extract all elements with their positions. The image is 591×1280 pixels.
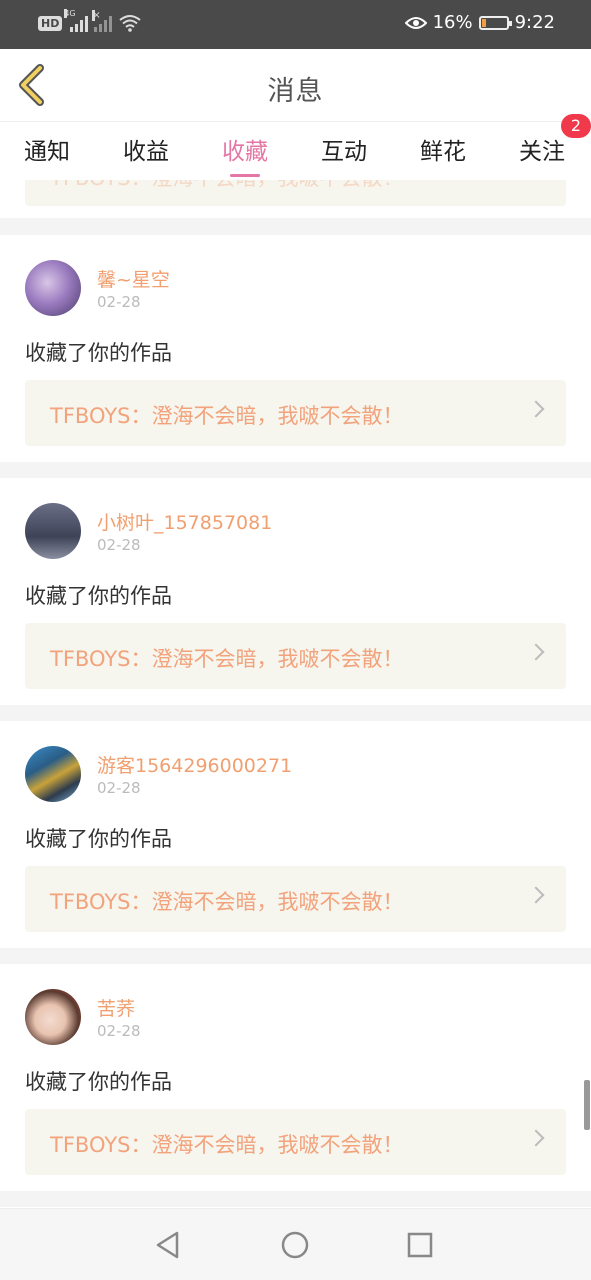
- tab-following[interactable]: 关注: [519, 132, 565, 166]
- app-header: 消息: [0, 49, 591, 121]
- tab-favorites[interactable]: 收藏: [222, 132, 268, 177]
- cellular-signal-no-service-icon: ×: [92, 10, 113, 32]
- work-title: TFBOYS：澄海不会暗，我啵不会散！: [50, 404, 404, 428]
- work-link[interactable]: TFBOYS：澄海不会暗，我啵不会散！: [25, 380, 566, 446]
- wifi-icon: [119, 15, 141, 32]
- date: 02-28: [97, 536, 141, 554]
- username[interactable]: 游客1564296000271: [97, 751, 292, 778]
- chevron-right-icon: [527, 1129, 545, 1147]
- work-link[interactable]: TFBOYS：澄海不会暗，我啵不会散！: [25, 1109, 566, 1175]
- avatar[interactable]: [25, 260, 81, 316]
- feed-card: 游客1564296000271 02-28 收藏了你的作品 TFBOYS：澄海不…: [0, 721, 591, 948]
- scrollbar[interactable]: [584, 1080, 590, 1130]
- date: 02-28: [97, 779, 141, 797]
- chevron-right-icon: [527, 643, 545, 661]
- feed-card: 馨~星空 02-28 收藏了你的作品 TFBOYS：澄海不会暗，我啵不会散！: [0, 235, 591, 462]
- battery-percent: 16%: [432, 12, 473, 33]
- status-icons-right: 16% 9:22: [404, 12, 555, 33]
- tab-flowers[interactable]: 鲜花: [420, 132, 466, 166]
- action-text: 收藏了你的作品: [25, 584, 172, 608]
- action-text: 收藏了你的作品: [25, 827, 172, 851]
- feed-card-partial: TFBOYS：澄海不会暗，我啵不会散！: [0, 180, 591, 218]
- circle-home-icon[interactable]: [279, 1229, 311, 1261]
- tab-bar: 通知 收益 收藏 互动 鲜花 关注: [0, 121, 591, 180]
- username[interactable]: 苦荞: [97, 994, 135, 1021]
- tab-interactions[interactable]: 互动: [321, 132, 367, 166]
- battery-icon: [478, 15, 512, 30]
- date: 02-28: [97, 1022, 141, 1040]
- tab-earnings[interactable]: 收益: [123, 132, 169, 166]
- feed-card: 小树叶_157857081 02-28 收藏了你的作品 TFBOYS：澄海不会暗…: [0, 478, 591, 705]
- username[interactable]: 馨~星空: [97, 265, 170, 292]
- network-type-label: 4G: [64, 9, 76, 18]
- cellular-signal-icon: 4G: [64, 9, 89, 32]
- work-title: TFBOYS：澄海不会暗，我啵不会散！: [50, 890, 404, 914]
- work-title: TFBOYS：澄海不会暗，我啵不会散！: [50, 647, 404, 671]
- work-link-partial[interactable]: TFBOYS：澄海不会暗，我啵不会散！: [25, 180, 566, 206]
- triangle-back-icon[interactable]: [152, 1229, 184, 1261]
- following-badge: 2: [561, 114, 591, 138]
- feed-card: 苦荞 02-28 收藏了你的作品 TFBOYS：澄海不会暗，我啵不会散！: [0, 964, 591, 1191]
- date: 02-28: [97, 293, 141, 311]
- square-recents-icon[interactable]: [404, 1229, 436, 1261]
- avatar[interactable]: [25, 746, 81, 802]
- work-link[interactable]: TFBOYS：澄海不会暗，我啵不会散！: [25, 866, 566, 932]
- chevron-right-icon: [527, 400, 545, 418]
- chevron-right-icon: [527, 886, 545, 904]
- status-bar: HD 4G × 16% 9:22: [0, 0, 591, 49]
- work-title: TFBOYS：澄海不会暗，我啵不会散！: [50, 180, 403, 192]
- page-title: 消息: [267, 76, 324, 107]
- clock: 9:22: [514, 12, 555, 33]
- username[interactable]: 小树叶_157857081: [97, 508, 272, 535]
- tab-notifications[interactable]: 通知: [24, 132, 70, 166]
- action-text: 收藏了你的作品: [25, 341, 172, 365]
- favorites-feed[interactable]: TFBOYS：澄海不会暗，我啵不会散！ 馨~星空 02-28 收藏了你的作品 T…: [0, 180, 591, 1208]
- work-link[interactable]: TFBOYS：澄海不会暗，我啵不会散！: [25, 623, 566, 689]
- hd-indicator: HD: [38, 15, 63, 31]
- avatar[interactable]: [25, 503, 81, 559]
- work-title: TFBOYS：澄海不会暗，我啵不会散！: [50, 1133, 404, 1157]
- action-text: 收藏了你的作品: [25, 1070, 172, 1094]
- status-icons-left: HD 4G ×: [38, 9, 142, 32]
- avatar[interactable]: [25, 989, 81, 1045]
- system-nav-bar: [0, 1208, 591, 1280]
- eye-comfort-icon: [404, 16, 427, 29]
